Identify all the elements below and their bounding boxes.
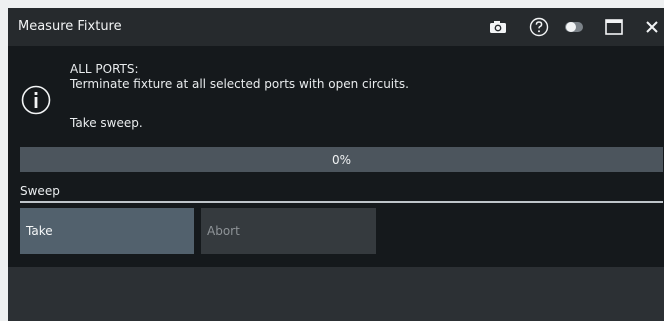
progress-text: 0% xyxy=(331,152,352,167)
sweep-group-label: Sweep xyxy=(20,184,60,198)
dialog-title: Measure Fixture xyxy=(18,19,122,34)
take-button[interactable]: Take xyxy=(20,208,194,254)
camera-icon[interactable] xyxy=(488,17,508,37)
dialog-footer xyxy=(8,267,664,321)
message-line-ports: ALL PORTS: xyxy=(70,62,139,76)
help-icon[interactable] xyxy=(529,17,549,37)
sweep-group-divider xyxy=(20,201,663,203)
toggle-icon[interactable] xyxy=(564,17,584,37)
message-line-instruction: Terminate fixture at all selected ports … xyxy=(70,77,409,91)
measure-fixture-dialog: Measure Fixture ALL PORTS: Terminate fix… xyxy=(8,8,664,321)
close-icon[interactable] xyxy=(642,17,662,37)
message-line-sweep: Take sweep. xyxy=(70,116,143,130)
progress-bar: 0% xyxy=(20,147,663,172)
maximize-icon[interactable] xyxy=(604,17,624,37)
abort-button[interactable]: Abort xyxy=(201,208,376,254)
title-bar: Measure Fixture xyxy=(8,8,664,46)
dialog-content: ALL PORTS: Terminate fixture at all sele… xyxy=(8,46,664,267)
info-icon xyxy=(21,85,51,115)
